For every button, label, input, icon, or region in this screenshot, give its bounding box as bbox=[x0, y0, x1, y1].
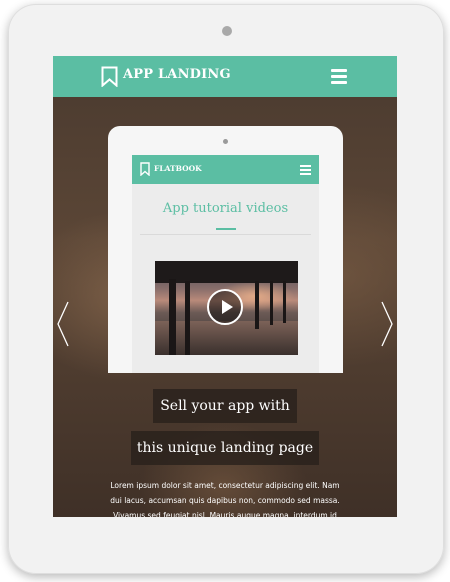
hero-headline-line-2: this unique landing page bbox=[131, 431, 319, 465]
chevron-left-icon[interactable] bbox=[56, 301, 70, 347]
hamburger-menu-icon bbox=[300, 165, 311, 175]
pier-post bbox=[283, 281, 286, 323]
tablet-camera bbox=[222, 26, 232, 36]
title-underline bbox=[216, 228, 236, 230]
video-thumbnail[interactable] bbox=[155, 261, 298, 355]
preview-device: FLATBOOK App tutorial videos bbox=[108, 126, 343, 373]
top-navbar: APP LANDING bbox=[53, 56, 397, 97]
preview-divider bbox=[140, 234, 311, 235]
description-line: Vivamus sed feugiat nisl. Mauris augue m… bbox=[113, 511, 337, 517]
tablet-frame: APP LANDING FLATBOOK App tutorial videos… bbox=[8, 4, 444, 574]
water-reflection bbox=[155, 321, 298, 355]
description-line: dui lacus, accumsan quis dapibus non, co… bbox=[110, 496, 340, 505]
pier-post bbox=[185, 281, 190, 355]
bookmark-icon bbox=[140, 162, 150, 176]
play-button[interactable] bbox=[207, 289, 243, 325]
pier-post bbox=[270, 281, 273, 325]
preview-brand-name: FLATBOOK bbox=[154, 164, 202, 173]
bookmark-icon bbox=[101, 66, 118, 87]
hero-description: Lorem ipsum dolor sit amet, consectetur … bbox=[103, 478, 347, 517]
chevron-right-icon[interactable] bbox=[380, 301, 394, 347]
preview-screen: FLATBOOK App tutorial videos bbox=[132, 155, 319, 373]
description-line: Lorem ipsum dolor sit amet, consectetur … bbox=[110, 481, 340, 490]
hamburger-menu-icon[interactable] bbox=[331, 69, 347, 84]
pier-post bbox=[255, 281, 259, 329]
pier-deck bbox=[155, 261, 298, 283]
preview-navbar: FLATBOOK bbox=[132, 155, 319, 184]
hero-headline-line-1: Sell your app with bbox=[153, 389, 297, 423]
preview-title: App tutorial videos bbox=[162, 201, 289, 216]
pier-post bbox=[169, 279, 176, 355]
brand-name[interactable]: APP LANDING bbox=[123, 67, 231, 82]
tablet-screen: APP LANDING FLATBOOK App tutorial videos… bbox=[53, 56, 397, 517]
play-icon bbox=[222, 300, 233, 314]
preview-camera bbox=[223, 139, 228, 144]
